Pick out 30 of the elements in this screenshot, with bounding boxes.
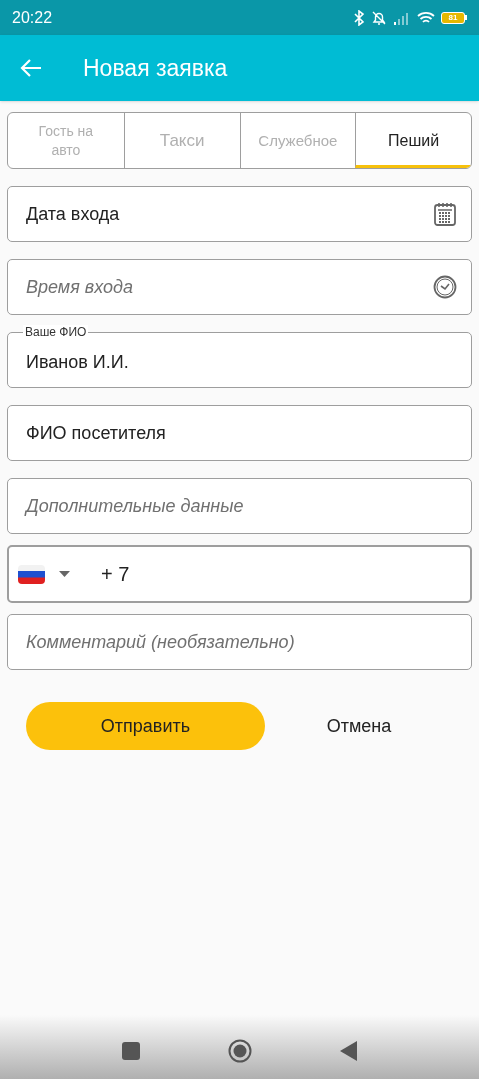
status-time: 20:22: [12, 7, 53, 28]
phone-code: + 7: [101, 562, 130, 587]
back-nav-icon[interactable]: [340, 1041, 357, 1061]
placeholder-text: Дополнительные данные: [26, 494, 244, 518]
cancel-button[interactable]: Отмена: [265, 702, 453, 750]
battery-indicator: 81: [441, 11, 467, 24]
input-field[interactable]: Дополнительные данные: [7, 478, 472, 534]
dropdown-caret-icon[interactable]: [59, 571, 70, 577]
input-field[interactable]: Дата входа: [7, 186, 472, 242]
muted-bell-icon: [371, 9, 387, 26]
signal-icon: [393, 10, 411, 25]
field-label: Дата входа: [26, 202, 121, 226]
input-field[interactable]: Комментарий (необязательно): [7, 614, 472, 670]
clock-icon[interactable]: [433, 275, 457, 299]
field-label: Ваше ФИО: [23, 325, 89, 339]
screen-title: Новая заявка: [83, 53, 228, 83]
phone-field[interactable]: + 7: [7, 545, 472, 603]
submit-button[interactable]: Отправить: [26, 702, 265, 750]
field-label: ФИО посетителя: [26, 421, 167, 445]
bluetooth-icon: [353, 9, 365, 26]
home-nav-icon[interactable]: [228, 1039, 252, 1063]
wifi-icon: [417, 10, 435, 25]
tab[interactable]: Пеший: [355, 113, 471, 168]
flag-icon[interactable]: [18, 564, 45, 584]
calendar-icon[interactable]: [434, 202, 456, 226]
placeholder-text: Время входа: [26, 275, 133, 299]
placeholder-text: Комментарий (необязательно): [26, 630, 295, 654]
input-field[interactable]: Время входа: [7, 259, 472, 315]
input-field[interactable]: ФИО посетителя: [7, 405, 472, 461]
field-value: Иванов И.И.: [26, 350, 130, 374]
